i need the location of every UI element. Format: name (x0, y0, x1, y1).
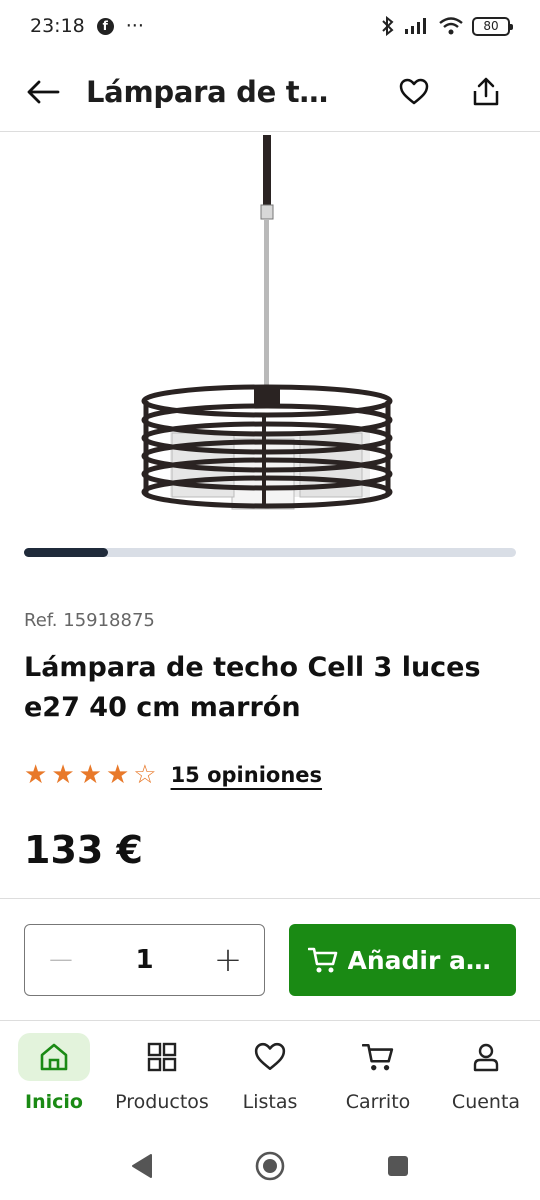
cart-icon (307, 947, 337, 973)
add-to-cart-button[interactable]: Añadir al carrito (289, 924, 516, 996)
increase-quantity-button[interactable]: + (192, 925, 264, 995)
star-empty-icon: ☆ (133, 760, 157, 790)
page-title: Lámpara de techo Cell 3 luces e27 40 cm … (86, 74, 346, 109)
user-icon (473, 1043, 499, 1072)
quantity-value[interactable]: 1 (135, 945, 153, 975)
product-reference: Ref. 15918875 (24, 610, 155, 631)
circle-home-icon (255, 1151, 285, 1181)
decrease-quantity-button[interactable]: − (25, 925, 97, 995)
status-bar: 23:18 f ··· 80 (0, 0, 540, 52)
star-filled-icon: ★ (24, 760, 48, 790)
system-home-button[interactable] (250, 1146, 290, 1186)
system-navigation (0, 1132, 540, 1200)
add-to-cart-label: Añadir al carrito (347, 945, 498, 975)
star-filled-icon: ★ (78, 760, 102, 790)
system-back-button[interactable] (122, 1146, 162, 1186)
share-button[interactable] (450, 52, 522, 132)
system-recents-button[interactable] (378, 1146, 418, 1186)
nav-label: Listas (242, 1091, 298, 1113)
nav-label: Inicio (25, 1091, 83, 1113)
product-image[interactable] (0, 133, 540, 533)
nav-item-cuenta[interactable]: Cuenta (432, 1021, 540, 1124)
arrow-left-icon (27, 80, 60, 103)
battery-level: 80 (483, 19, 499, 33)
heart-icon (399, 78, 429, 104)
signal-icon (405, 18, 426, 34)
home-icon (40, 1043, 68, 1071)
image-carousel-progress (24, 548, 516, 557)
grid-icon (147, 1042, 177, 1072)
bottom-navigation: Inicio Productos Listas Carrito Cuenta (0, 1020, 540, 1124)
rating-row: ★ ★ ★ ★ ☆ 15 opiniones (24, 760, 322, 790)
star-filled-icon: ★ (51, 760, 75, 790)
product-price: 133 € (24, 828, 143, 872)
favorite-button[interactable] (378, 52, 450, 132)
nav-item-productos[interactable]: Productos (108, 1021, 216, 1124)
nav-label: Carrito (345, 1091, 411, 1113)
square-recents-icon (388, 1156, 408, 1176)
nav-item-inicio[interactable]: Inicio (0, 1021, 108, 1124)
nav-item-listas[interactable]: Listas (216, 1021, 324, 1124)
battery-icon: 80 (472, 16, 513, 36)
divider (0, 898, 540, 899)
wifi-icon (439, 17, 463, 35)
nav-label: Cuenta (451, 1091, 521, 1113)
reviews-link[interactable]: 15 opiniones (171, 763, 322, 787)
more-notifications-indicator: ··· (125, 15, 144, 37)
back-button[interactable] (0, 52, 86, 132)
heart-icon (254, 1042, 286, 1071)
app-header: Lámpara de techo Cell 3 luces e27 40 cm … (0, 52, 540, 132)
nav-item-carrito[interactable]: Carrito (324, 1021, 432, 1124)
nav-label: Productos (115, 1091, 209, 1113)
star-filled-icon: ★ (105, 760, 130, 790)
product-title: Lámpara de techo Cell 3 luces e27 40 cm … (24, 652, 481, 723)
triangle-back-icon (132, 1154, 152, 1178)
carousel-progress-fill (24, 548, 108, 557)
facebook-icon: f (96, 17, 114, 35)
status-time: 23:18 (30, 15, 85, 37)
ceiling-lamp-image (141, 135, 393, 510)
share-icon (473, 77, 499, 105)
quantity-stepper: − 1 + (24, 924, 265, 996)
cart-icon (362, 1043, 394, 1071)
star-rating: ★ ★ ★ ★ ☆ (24, 760, 157, 790)
bluetooth-icon (382, 16, 394, 36)
